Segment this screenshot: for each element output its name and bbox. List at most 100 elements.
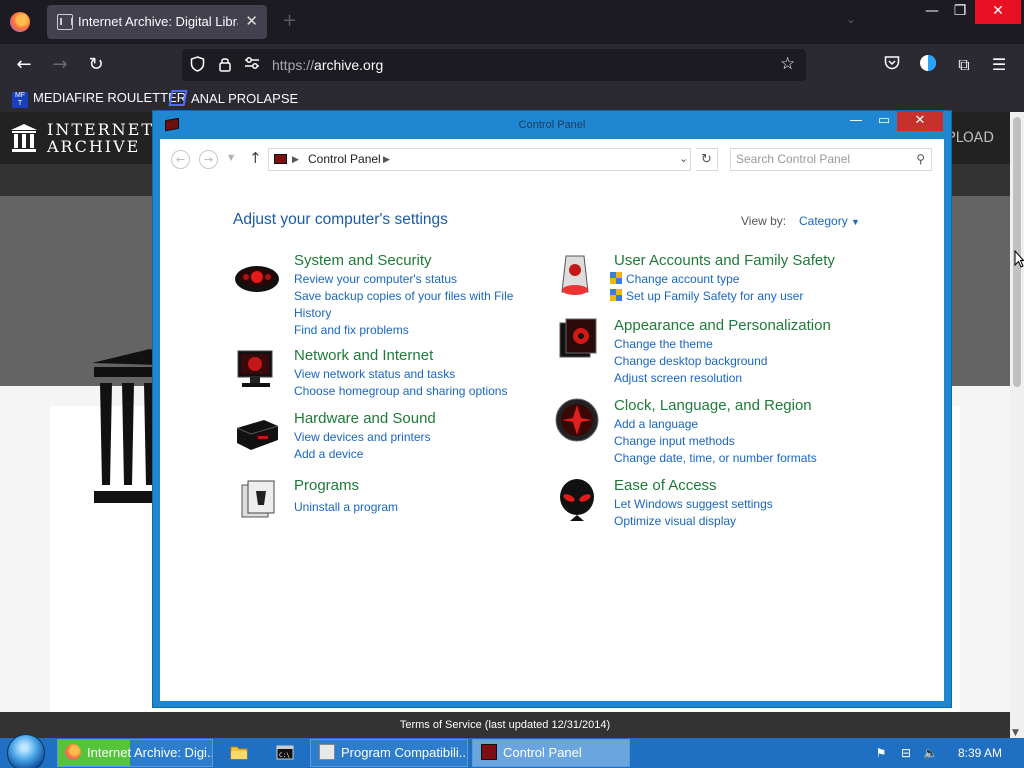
restore-icon[interactable]: ❐ bbox=[942, 0, 978, 24]
link-change-account-type[interactable]: Change account type bbox=[610, 271, 854, 288]
volume-muted-icon[interactable]: 🔈 bbox=[923, 746, 938, 760]
lock-icon[interactable] bbox=[218, 56, 232, 76]
browser-tab-bar: Internet Archive: Digital Library of Fre… bbox=[0, 0, 1024, 44]
link-devices-printers[interactable]: View devices and printers bbox=[294, 429, 534, 446]
browser-tab[interactable]: Internet Archive: Digital Library of Fre… bbox=[47, 5, 267, 39]
link-add-language[interactable]: Add a language bbox=[614, 416, 854, 433]
link-fix-problems[interactable]: Find and fix problems bbox=[294, 322, 534, 339]
maximize-icon[interactable]: ▭ bbox=[873, 111, 895, 131]
bookmark-icon bbox=[168, 90, 188, 106]
clock-region-icon[interactable] bbox=[554, 397, 600, 443]
bookmark-label: MEDIAFIRE ROULETTER bbox=[33, 90, 187, 105]
extension-contrast-icon[interactable] bbox=[917, 54, 939, 76]
link-review-status[interactable]: Review your computer's status bbox=[294, 271, 534, 288]
link-change-theme[interactable]: Change the theme bbox=[614, 336, 854, 353]
archive-logo-text[interactable]: INTERNET ARCHIVE bbox=[47, 121, 154, 155]
bookmark-mediafire-rouletter[interactable]: MF T MEDIAFIRE ROULETTER bbox=[12, 90, 186, 108]
system-security-icon[interactable] bbox=[234, 252, 280, 298]
forward-icon[interactable]: → bbox=[49, 54, 71, 76]
hardware-sound-icon[interactable] bbox=[234, 410, 280, 456]
category-links: Add a language Change input methods Chan… bbox=[614, 416, 854, 467]
view-by-dropdown[interactable]: Category ▼ bbox=[799, 214, 860, 228]
category-title[interactable]: Hardware and Sound bbox=[294, 410, 436, 427]
mediafire-icon: MF T bbox=[12, 92, 28, 108]
refresh-icon[interactable]: ↻ bbox=[696, 148, 718, 171]
bookmark-anal-prolapse[interactable]: ANAL PROLAPSE bbox=[168, 90, 298, 106]
extensions-icon[interactable]: ⧉ bbox=[953, 54, 975, 76]
reload-icon[interactable]: ↻ bbox=[85, 54, 107, 76]
category-title[interactable]: User Accounts and Family Safety bbox=[614, 252, 835, 269]
back-icon[interactable]: ← bbox=[171, 150, 190, 169]
search-icon[interactable]: ⚲ bbox=[916, 152, 925, 166]
link-desktop-background[interactable]: Change desktop background bbox=[614, 353, 854, 370]
taskbar-button-control-panel[interactable]: Control Panel bbox=[472, 739, 630, 767]
bookmark-star-icon[interactable]: ☆ bbox=[780, 54, 795, 74]
firefox-icon[interactable] bbox=[10, 12, 30, 32]
url-text[interactable]: https://archive.org bbox=[272, 57, 383, 73]
link-network-status[interactable]: View network status and tasks bbox=[294, 366, 534, 383]
upload-link[interactable]: PLOAD bbox=[947, 130, 994, 146]
url-bar[interactable]: https://archive.org ☆ bbox=[182, 49, 806, 81]
taskbar-button-firefox[interactable]: Internet Archive: Digi... bbox=[57, 739, 213, 767]
close-icon[interactable]: ✕ bbox=[897, 111, 943, 131]
forward-icon[interactable]: → bbox=[199, 150, 218, 169]
category-title[interactable]: Clock, Language, and Region bbox=[614, 397, 812, 414]
link-screen-resolution[interactable]: Adjust screen resolution bbox=[614, 370, 854, 387]
view-by-label: View by: bbox=[741, 214, 787, 228]
new-tab-button[interactable]: + bbox=[282, 10, 297, 31]
taskbar-clock[interactable]: 8:39 AM bbox=[958, 746, 1002, 760]
link-add-device[interactable]: Add a device bbox=[294, 446, 534, 463]
link-date-time-formats[interactable]: Change date, time, or number formats bbox=[614, 450, 854, 467]
breadcrumb-expand-icon[interactable]: ▶ bbox=[383, 154, 390, 165]
minimize-icon[interactable]: — bbox=[845, 111, 867, 131]
link-input-methods[interactable]: Change input methods bbox=[614, 433, 854, 450]
appearance-icon[interactable] bbox=[554, 317, 600, 363]
breadcrumb-separator-icon[interactable]: ▶ bbox=[292, 154, 299, 165]
list-all-tabs-icon[interactable]: ⌄ bbox=[846, 12, 856, 26]
category-title[interactable]: Ease of Access bbox=[614, 477, 717, 494]
category-title[interactable]: Appearance and Personalization bbox=[614, 317, 831, 334]
category-links: Change the theme Change desktop backgrou… bbox=[614, 336, 854, 387]
file-explorer-icon[interactable] bbox=[230, 744, 248, 760]
back-icon[interactable]: ← bbox=[13, 54, 35, 76]
pocket-icon[interactable] bbox=[881, 54, 903, 76]
recent-locations-icon[interactable]: ▼ bbox=[228, 153, 234, 162]
scroll-down-icon[interactable]: ▼ bbox=[1012, 728, 1019, 738]
category-title[interactable]: Programs bbox=[294, 477, 359, 494]
page-scrollbar[interactable]: ▼ bbox=[1010, 112, 1024, 740]
control-panel-icon bbox=[165, 117, 179, 132]
link-family-safety[interactable]: Set up Family Safety for any user bbox=[610, 288, 854, 305]
uac-shield-icon bbox=[610, 272, 622, 284]
search-box[interactable]: ⚲ bbox=[730, 148, 932, 171]
link-file-history[interactable]: Save backup copies of your files with Fi… bbox=[294, 288, 534, 322]
archive-footer[interactable]: Terms of Service (last updated 12/31/201… bbox=[0, 712, 1010, 738]
address-box[interactable]: ▶ Control Panel ▶ ⌄ bbox=[268, 148, 691, 171]
ease-of-access-icon[interactable] bbox=[554, 477, 600, 523]
taskbar-button-program-compat[interactable]: Program Compatibili... bbox=[310, 739, 468, 767]
breadcrumb-control-panel[interactable]: Control Panel bbox=[308, 152, 381, 166]
search-input[interactable] bbox=[736, 152, 906, 166]
up-icon[interactable]: ↑ bbox=[249, 149, 262, 167]
command-prompt-icon[interactable]: C:\ bbox=[276, 744, 294, 760]
network-internet-icon[interactable] bbox=[234, 347, 280, 393]
category-title[interactable]: Network and Internet bbox=[294, 347, 433, 364]
start-button[interactable] bbox=[7, 734, 45, 768]
link-uninstall-program[interactable]: Uninstall a program bbox=[294, 499, 534, 516]
tab-close-icon[interactable]: ✕ bbox=[245, 12, 258, 30]
action-center-flag-icon[interactable]: ⚑ bbox=[874, 746, 888, 760]
link-homegroup[interactable]: Choose homegroup and sharing options bbox=[294, 383, 534, 400]
user-accounts-icon[interactable] bbox=[554, 252, 600, 298]
category-title[interactable]: System and Security bbox=[294, 252, 432, 269]
address-dropdown-icon[interactable]: ⌄ bbox=[679, 152, 688, 165]
permissions-icon[interactable] bbox=[244, 56, 260, 74]
link-suggest-settings[interactable]: Let Windows suggest settings bbox=[614, 496, 854, 513]
archive-logo-icon[interactable] bbox=[10, 122, 38, 154]
shield-icon[interactable] bbox=[190, 56, 205, 76]
window-title-bar[interactable]: Control Panel bbox=[153, 111, 951, 139]
menu-icon[interactable]: ☰ bbox=[988, 54, 1010, 76]
control-panel-window[interactable]: Control Panel — ▭ ✕ ← → ▼ ↑ ▶ Control Pa… bbox=[152, 110, 952, 708]
programs-icon[interactable] bbox=[234, 477, 280, 523]
link-visual-display[interactable]: Optimize visual display bbox=[614, 513, 854, 530]
close-window-icon[interactable]: ✕ bbox=[975, 0, 1021, 24]
network-icon[interactable]: ⊟ bbox=[899, 746, 913, 760]
